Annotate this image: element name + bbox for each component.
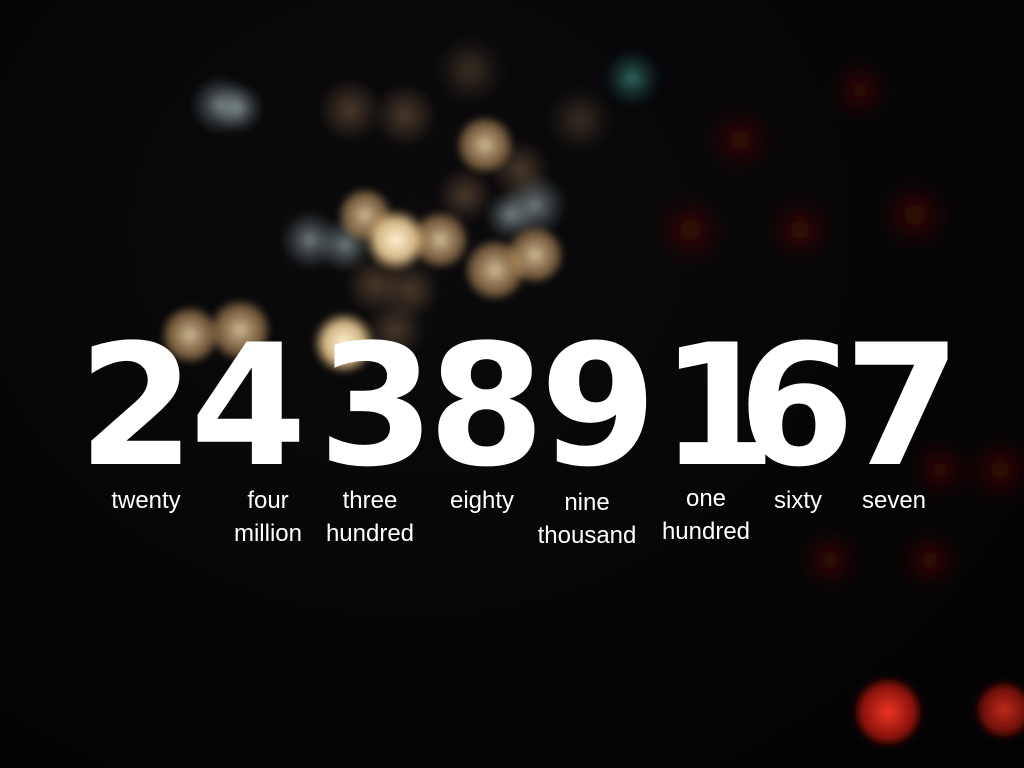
digit-5: 9 xyxy=(540,308,657,504)
digit-3: 3 xyxy=(318,308,435,504)
place-word-line2: hundred xyxy=(325,520,415,547)
digit-8: 7 xyxy=(844,308,961,504)
digit-2: 4 xyxy=(190,308,307,504)
digit-1: 2 xyxy=(78,308,195,504)
digit-7: 6 xyxy=(738,308,855,504)
place-word-line2: hundred xyxy=(661,518,751,545)
photo-background: 2 4 3 8 9 1 6 7 twenty four million thre… xyxy=(0,0,1024,768)
place-word-8: seven xyxy=(819,484,969,517)
place-word-line1: seven xyxy=(861,487,927,514)
digit-4: 8 xyxy=(428,308,545,504)
